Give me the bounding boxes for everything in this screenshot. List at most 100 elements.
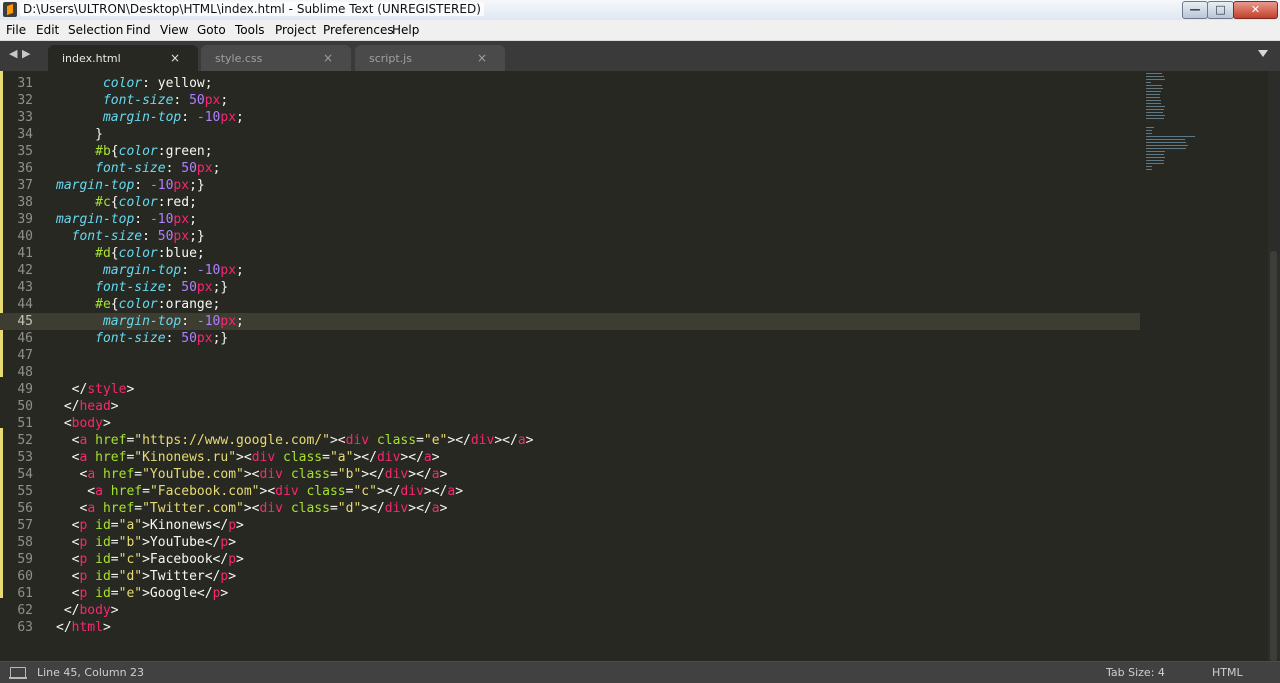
menu-goto[interactable]: Goto <box>197 23 226 37</box>
code-token: "YouTube.com" <box>142 467 244 482</box>
code-line[interactable]: 37 margin-top: -10px;} <box>0 177 1140 194</box>
code-line[interactable]: 42 margin-top: -10px; <box>0 262 1140 279</box>
code-line[interactable]: 48 <box>0 364 1140 381</box>
line-code: font-size: 50px;} <box>56 330 228 347</box>
minimap-line <box>1146 103 1161 104</box>
code-line[interactable]: 58 <p id="b">YouTube</p> <box>0 534 1140 551</box>
minimize-button[interactable]: — <box>1182 1 1208 19</box>
code-line[interactable]: 62 </body> <box>0 602 1140 619</box>
tab-index-html[interactable]: index.html × <box>48 45 198 71</box>
maximize-button[interactable]: □ <box>1207 1 1234 19</box>
code-token: 50 <box>157 229 174 244</box>
code-line[interactable]: 36 font-size: 50px; <box>0 160 1140 177</box>
code-token: ;} <box>212 331 229 346</box>
code-line[interactable]: 35 #b{color:green; <box>0 143 1140 160</box>
tab-script-js[interactable]: script.js × <box>355 45 505 71</box>
code-line[interactable]: 46 font-size: 50px;} <box>0 330 1140 347</box>
code-line[interactable]: 45 margin-top: -10px; <box>0 313 1140 330</box>
code-token: < <box>56 433 80 448</box>
menu-edit[interactable]: Edit <box>36 23 59 37</box>
tab-nav-left-icon[interactable]: ◀ <box>9 47 17 60</box>
code-line[interactable]: 63 </html> <box>0 619 1140 636</box>
code-token: margin-top <box>56 212 135 227</box>
code-line[interactable]: 56 <a href="Twitter.com"><div class="d">… <box>0 500 1140 517</box>
tab-close-icon[interactable]: × <box>323 51 333 65</box>
minimap-line <box>1146 100 1161 101</box>
menu-view[interactable]: View <box>160 23 188 37</box>
line-code: </body> <box>56 602 119 619</box>
code-line[interactable]: 33 margin-top: -10px; <box>0 109 1140 126</box>
tab-close-icon[interactable]: × <box>170 51 180 65</box>
code-token: : <box>181 314 197 329</box>
code-line[interactable]: 40 font-size: 50px;} <box>0 228 1140 245</box>
code-token: < <box>56 569 80 584</box>
tab-close-icon[interactable]: × <box>477 51 487 65</box>
code-token: } <box>56 127 103 142</box>
code-token: id <box>95 586 111 601</box>
code-line[interactable]: 57 <p id="a">Kinonews</p> <box>0 517 1140 534</box>
tab-size-setting[interactable]: Tab Size: 4 <box>1106 666 1165 679</box>
code-token: color <box>118 246 158 261</box>
code-token: a <box>87 501 96 516</box>
code-line[interactable]: 50 </head> <box>0 398 1140 415</box>
menu-selection[interactable]: Selection <box>68 23 123 37</box>
code-token: :orange; <box>157 297 221 312</box>
menu-help[interactable]: Help <box>392 23 419 37</box>
code-line[interactable]: 31 color: yellow; <box>0 75 1140 92</box>
title-bar: D:\Users\ULTRON\Desktop\HTML\index.html … <box>0 0 1280 21</box>
code-line[interactable]: 44 #e{color:orange; <box>0 296 1140 313</box>
menu-tools[interactable]: Tools <box>235 23 265 37</box>
code-line[interactable]: 47 <box>0 347 1140 364</box>
minimap-line <box>1146 106 1165 107</box>
minimap-line <box>1146 94 1160 95</box>
code-line[interactable]: 51 <body> <box>0 415 1140 432</box>
code-token: >Facebook</ <box>142 552 229 567</box>
menu-find[interactable]: Find <box>126 23 151 37</box>
code-token: font-size <box>95 331 166 346</box>
code-token: : <box>134 178 150 193</box>
tab-nav-right-icon[interactable]: ▶ <box>22 47 30 60</box>
code-token: color <box>102 76 143 91</box>
line-number: 41 <box>17 246 33 261</box>
code-token: p <box>228 552 237 567</box>
code-line[interactable]: 53 <a href="Kinonews.ru"><div class="a">… <box>0 449 1140 466</box>
code-line[interactable]: 32 font-size: 50px; <box>0 92 1140 109</box>
code-line[interactable]: 59 <p id="c">Facebook</p> <box>0 551 1140 568</box>
code-line[interactable]: 55 <a href="Facebook.com"><div class="c"… <box>0 483 1140 500</box>
code-token: id <box>95 535 111 550</box>
close-window-button[interactable]: ✕ <box>1233 1 1278 19</box>
minimize-icon: — <box>1189 3 1201 16</box>
code-line[interactable]: 39 margin-top: -10px; <box>0 211 1140 228</box>
line-code: <a href="Twitter.com"><div class="d"></d… <box>56 500 447 517</box>
code-line[interactable]: 54 <a href="YouTube.com"><div class="b">… <box>0 466 1140 483</box>
code-line[interactable]: 41 #d{color:blue; <box>0 245 1140 262</box>
code-line[interactable]: 43 font-size: 50px;} <box>0 279 1140 296</box>
code-token: > <box>110 603 119 618</box>
syntax-setting[interactable]: HTML <box>1212 666 1243 679</box>
tab-style-css[interactable]: style.css × <box>201 45 351 71</box>
code-line[interactable]: 60 <p id="d">Twitter</p> <box>0 568 1140 585</box>
code-token: > <box>220 586 229 601</box>
code-token: 50 <box>181 331 197 346</box>
code-editor[interactable]: 31 color: yellow; 32 font-size: 50px; 33 m… <box>0 71 1280 661</box>
code-token: >Kinonews</ <box>142 518 229 533</box>
panel-toggle-icon[interactable] <box>9 667 27 679</box>
scrollbar-thumb[interactable] <box>1270 251 1277 661</box>
code-line[interactable]: 49 </style> <box>0 381 1140 398</box>
code-line[interactable]: 38 #c{color:red; <box>0 194 1140 211</box>
menu-project[interactable]: Project <box>275 23 316 37</box>
code-token: font-size <box>71 229 143 244</box>
code-line[interactable]: 34 } <box>0 126 1140 143</box>
menu-preferences[interactable]: Preferences <box>323 23 394 37</box>
code-token: >YouTube</ <box>142 535 221 550</box>
tab-list-dropdown-icon[interactable] <box>1258 50 1268 57</box>
line-number: 39 <box>17 212 33 227</box>
minimap[interactable] <box>1144 71 1204 211</box>
code-line[interactable]: 61 <p id="e">Google</p> <box>0 585 1140 602</box>
menu-file[interactable]: File <box>6 23 26 37</box>
code-line[interactable]: 52 <a href="https://www.google.com/"><di… <box>0 432 1140 449</box>
